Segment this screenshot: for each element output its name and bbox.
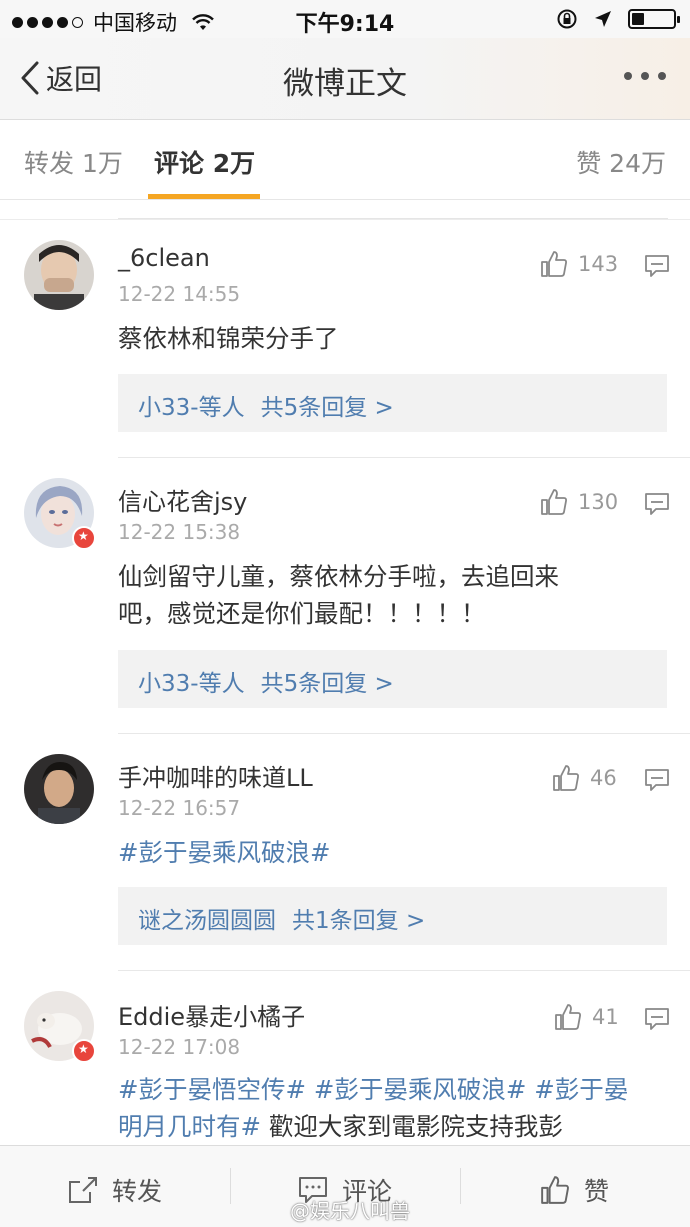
reply-summary[interactable]: 小33-等人 共5条回复 > — [118, 650, 667, 708]
comment-text-line: 明月几时有# 歡迎大家到電影院支持我彭 — [118, 1108, 668, 1145]
hashtag-link[interactable]: #彭于晏悟空传# — [118, 1075, 306, 1104]
comment-time: 12-22 16:57 — [118, 796, 241, 820]
thumbs-up-icon — [541, 251, 567, 277]
more-dot-icon — [658, 72, 666, 80]
reply-authors[interactable]: 小33-等人 — [138, 395, 245, 421]
location-arrow-icon — [595, 11, 611, 27]
comment-icon[interactable] — [644, 768, 670, 792]
share-icon — [69, 1177, 97, 1203]
tab-likes[interactable]: 赞 24万 — [576, 144, 666, 180]
rotation-lock-icon — [557, 9, 577, 29]
comment-text: 蔡依林和锦荣分手了 — [118, 324, 339, 353]
hashtag-link[interactable]: #彭于晏乘风破浪# — [314, 1075, 527, 1104]
battery-icon — [628, 9, 680, 29]
comment-time: 12-22 17:08 — [118, 1035, 241, 1059]
like-label: 赞 — [584, 1177, 610, 1206]
nav-bar: 返回 微博正文 — [0, 38, 690, 120]
active-tab-indicator — [148, 194, 260, 199]
comment-time: 12-22 15:38 — [118, 520, 241, 544]
like-count: 130 — [578, 490, 619, 514]
comment-item: 手冲咖啡的味道LL 12-22 16:57 46 #彭于晏乘风破浪# 谜之汤圆圆… — [0, 734, 690, 971]
comment-text: #彭于晏悟空传# #彭于晏乘风破浪# #彭于晏 明月几时有# 歡迎大家到電影院支… — [118, 1071, 668, 1145]
comment-text-tail: 歡迎大家到電影院支持我彭 — [261, 1112, 563, 1141]
list-top-divider — [0, 200, 690, 220]
thumbs-up-icon — [541, 1176, 569, 1204]
reply-count-link[interactable]: 共5条回复 > — [261, 395, 394, 421]
hashtag-link[interactable]: #彭于晏 — [534, 1075, 628, 1104]
tab-repost[interactable]: 转发 1万 — [24, 144, 123, 180]
repost-label: 转发 — [112, 1177, 163, 1206]
watermark: @娱乐八叫兽 — [290, 1199, 410, 1223]
verified-badge-icon — [72, 526, 96, 550]
more-dot-icon — [641, 72, 649, 80]
comment-text-line: 仙剑留守儿童，蔡依林分手啦，去追回来 — [118, 562, 559, 591]
like-count: 41 — [592, 1005, 619, 1029]
comment-icon[interactable] — [644, 1007, 670, 1031]
like-button[interactable]: 46 — [552, 764, 617, 792]
tab-comments[interactable]: 评论 2万 — [154, 144, 255, 180]
comment-author[interactable]: 信心花舍jsy — [118, 482, 247, 517]
status-bar: 中国移动 下午9:14 — [0, 0, 690, 38]
hashtag-link[interactable]: 明月几时有# — [118, 1112, 261, 1141]
like-button[interactable]: 143 — [540, 250, 618, 278]
like-count: 46 — [590, 766, 617, 790]
thumbs-up-icon — [555, 1004, 581, 1030]
like-count: 143 — [578, 252, 619, 276]
comment-item: 信心花舍jsy 12-22 15:38 130 仙剑留守儿童，蔡依林分手啦，去追… — [0, 458, 690, 734]
reply-authors[interactable]: 谜之汤圆圆圆 — [138, 908, 276, 934]
reply-authors[interactable]: 小33-等人 — [138, 671, 245, 697]
comment-item: _6clean 12-22 14:55 143 蔡依林和锦荣分手了 小33-等人… — [0, 220, 690, 458]
avatar[interactable] — [24, 754, 94, 824]
repost-button[interactable]: 转发 — [68, 1172, 162, 1208]
reply-summary[interactable]: 小33-等人 共5条回复 > — [118, 374, 667, 432]
like-button[interactable]: 41 — [554, 1003, 619, 1031]
status-right — [556, 8, 680, 30]
comment-text-line: 吧，感觉还是你们最配！！！！！ — [118, 599, 486, 628]
reply-count-link[interactable]: 共5条回复 > — [261, 671, 394, 697]
reply-summary[interactable]: 谜之汤圆圆圆 共1条回复 > — [118, 887, 667, 945]
like-bottom-button[interactable]: 赞 — [540, 1172, 609, 1208]
more-button[interactable] — [624, 72, 666, 80]
divider — [460, 1168, 461, 1204]
comment-author[interactable]: _6clean — [118, 244, 210, 272]
comment-author[interactable]: Eddie暴走小橘子 — [118, 997, 305, 1032]
more-dot-icon — [624, 72, 632, 80]
divider — [230, 1168, 231, 1204]
thumbs-up-icon — [553, 765, 579, 791]
comment-time: 12-22 14:55 — [118, 282, 241, 306]
comment-icon[interactable] — [644, 254, 670, 278]
tab-bar: 转发 1万 评论 2万 赞 24万 — [0, 120, 690, 200]
comment-author[interactable]: 手冲咖啡的味道LL — [118, 758, 313, 793]
comment-text: 仙剑留守儿童，蔡依林分手啦，去追回来 吧，感觉还是你们最配！！！！！ — [118, 558, 638, 632]
like-button[interactable]: 130 — [540, 488, 618, 516]
thumbs-up-icon — [541, 489, 567, 515]
comment-item: Eddie暴走小橘子 12-22 17:08 41 #彭于晏悟空传# #彭于晏乘… — [0, 971, 690, 1145]
reply-count-link[interactable]: 共1条回复 > — [292, 908, 425, 934]
hashtag-link[interactable]: #彭于晏乘风破浪# — [118, 838, 331, 867]
comment-icon[interactable] — [644, 492, 670, 516]
comment-text: #彭于晏乘风破浪# — [118, 834, 638, 871]
comment-text-line: #彭于晏悟空传# #彭于晏乘风破浪# #彭于晏 — [118, 1071, 668, 1108]
verified-badge-icon — [72, 1039, 96, 1063]
avatar[interactable] — [24, 240, 94, 310]
page-title: 微博正文 — [283, 66, 407, 102]
